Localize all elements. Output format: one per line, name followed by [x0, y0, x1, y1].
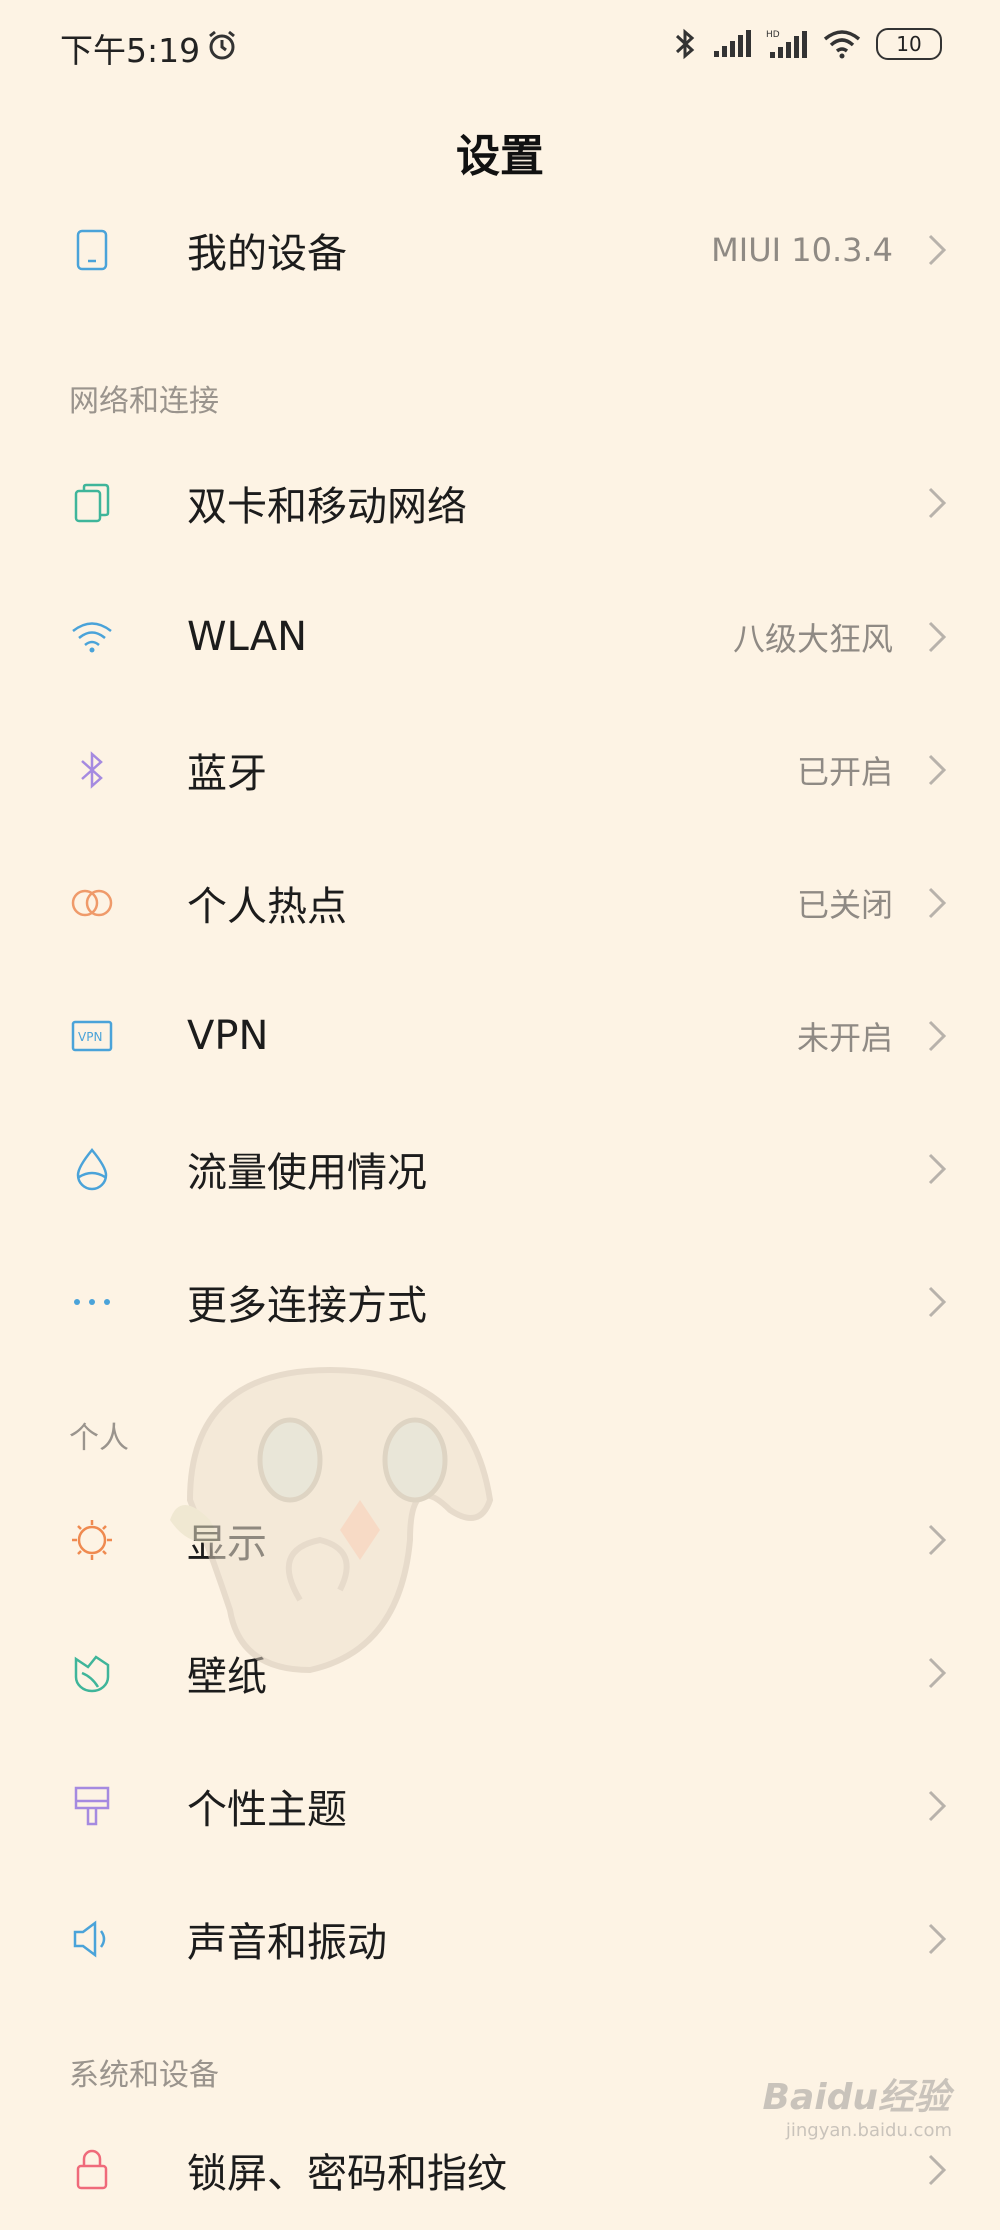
status-time: 下午5:19 — [60, 31, 201, 70]
chevron-right-icon — [928, 1657, 947, 1689]
section-header-network: 网络和连接 — [69, 384, 219, 419]
bluetooth-icon — [68, 746, 116, 794]
hotspot-icon — [68, 879, 116, 927]
settings-item-dual-sim[interactable]: 双卡和移动网络 — [0, 443, 1000, 563]
bluetooth-status-icon — [675, 28, 695, 60]
hd-signal-icon: HD — [766, 30, 807, 58]
chevron-right-icon — [928, 887, 947, 919]
chevron-right-icon — [928, 1286, 947, 1318]
settings-item-wlan[interactable]: WLAN 八级大狂风 — [0, 577, 1000, 697]
alarm-icon — [209, 30, 235, 60]
settings-item-more-connections[interactable]: 更多连接方式 — [0, 1242, 1000, 1362]
settings-item-sound[interactable]: 声音和振动 — [0, 1879, 1000, 1999]
settings-item-vpn[interactable]: VPN VPN 未开启 — [0, 976, 1000, 1096]
baidu-watermark-url: jingyan.baidu.com — [785, 2120, 952, 2141]
chevron-right-icon — [928, 234, 947, 266]
svg-text:HD: HD — [766, 30, 780, 40]
settings-item-themes[interactable]: 个性主题 — [0, 1746, 1000, 1866]
bluetooth-value: 已开启 — [796, 753, 893, 791]
battery-level: 10 — [896, 32, 922, 56]
wlan-value: 八级大狂风 — [732, 620, 893, 658]
data-usage-label: 流量使用情况 — [187, 1150, 427, 1196]
hotspot-value: 已关闭 — [796, 886, 893, 924]
wifi-status-icon — [823, 30, 861, 59]
settings-item-hotspot[interactable]: 个人热点 已关闭 — [0, 843, 1000, 963]
vpn-value: 未开启 — [796, 1019, 893, 1057]
battery-icon: 10 — [876, 28, 942, 60]
chevron-right-icon — [928, 1020, 947, 1052]
themes-label: 个性主题 — [187, 1787, 347, 1833]
wlan-label: WLAN — [187, 614, 308, 660]
chevron-right-icon — [928, 1790, 947, 1822]
cellular-signal-icon — [714, 30, 751, 57]
wifi-icon — [68, 613, 116, 661]
paint-brush-icon — [68, 1782, 116, 1830]
dual-sim-label: 双卡和移动网络 — [187, 484, 467, 530]
svg-text:VPN: VPN — [78, 1030, 102, 1044]
lockscreen-label: 锁屏、密码和指纹 — [187, 2151, 507, 2197]
chevron-right-icon — [928, 1153, 947, 1185]
hotspot-label: 个人热点 — [187, 884, 347, 930]
chevron-right-icon — [928, 754, 947, 786]
vpn-label: VPN — [187, 1013, 269, 1059]
chevron-right-icon — [928, 1524, 947, 1556]
bluetooth-label: 蓝牙 — [187, 751, 267, 797]
chevron-right-icon — [928, 1923, 947, 1955]
chevron-right-icon — [928, 621, 947, 653]
dual-sim-icon — [68, 479, 116, 527]
section-header-system: 系统和设备 — [69, 2058, 219, 2093]
chevron-right-icon — [928, 487, 947, 519]
chevron-right-icon — [928, 2154, 947, 2186]
more-connections-label: 更多连接方式 — [187, 1283, 427, 1329]
my-device-value: MIUI 10.3.4 — [711, 231, 893, 269]
sun-icon — [68, 1516, 116, 1564]
vpn-icon: VPN — [68, 1012, 116, 1060]
status-bar: 下午5:19 HD 10 — [0, 0, 1000, 95]
page-title: 设置 — [456, 131, 544, 182]
speaker-icon — [68, 1915, 116, 1963]
phone-icon — [68, 226, 116, 274]
water-drop-icon — [68, 1145, 116, 1193]
sound-label: 声音和振动 — [187, 1920, 387, 1966]
tulip-icon — [68, 1649, 116, 1697]
section-header-personal: 个人 — [69, 1421, 129, 1456]
my-device-row[interactable]: 我的设备 MIUI 10.3.4 — [0, 190, 1000, 310]
lock-icon — [68, 2146, 116, 2194]
settings-item-bluetooth[interactable]: 蓝牙 已开启 — [0, 710, 1000, 830]
settings-item-data-usage[interactable]: 流量使用情况 — [0, 1109, 1000, 1229]
my-device-label: 我的设备 — [187, 231, 347, 277]
baidu-watermark: Baidu经验 — [762, 2077, 950, 2118]
mascot-watermark-icon — [170, 1366, 494, 1674]
more-dots-icon — [68, 1278, 116, 1326]
